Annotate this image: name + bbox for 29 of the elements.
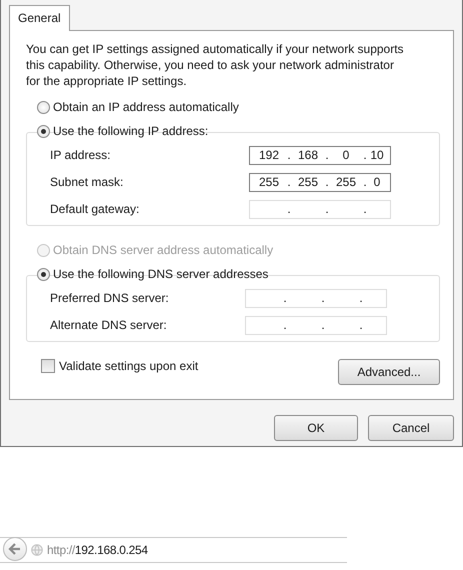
ip-address-field[interactable]: . . . [245,288,387,308]
description-text: You can get IP settings assigned automatically if your network supports this capability. Otherwise, you need to ask your network administrator for the appropriate IP settings. [26,41,405,89]
ip-address-field[interactable]: . . . [249,200,391,218]
back-button[interactable] [3,537,27,561]
radio-icon [37,244,50,256]
url-text: http://192.168.0.254 [47,543,148,557]
radio-option[interactable]: Use the following DNS server addresses [37,264,268,284]
ip-address-field[interactable]: 255 . 255 . 255 . 0 [249,172,391,192]
validate-checkbox[interactable]: Validate settings upon exit [41,359,198,373]
back-arrow-icon [8,542,22,556]
radio-option[interactable]: Obtain an IP address automatically [37,97,453,117]
field-label: Default gateway: [50,202,140,216]
checkbox-icon [41,359,55,373]
field-label: Subnet mask: [50,175,124,189]
field-label: Preferred DNS server: [50,291,169,305]
radio-option[interactable]: Use the following IP address: [37,121,208,141]
advanced-button[interactable]: Advanced... [338,359,440,385]
address-bar[interactable]: http://192.168.0.254 [0,537,347,563]
field-label: IP address: [50,148,110,162]
radio-icon [37,268,50,280]
ok-button[interactable]: OK [274,415,358,441]
radio-icon [37,124,50,138]
tab[interactable]: General [9,5,70,31]
ip-address-field[interactable]: 192 . 168 . 0 . 10 [249,146,391,164]
cancel-button[interactable]: Cancel [368,415,454,441]
globe-icon [31,544,43,556]
radio-icon [37,100,50,114]
field-label: Alternate DNS server: [50,318,167,332]
ip-address-field[interactable]: . . . [245,316,387,334]
